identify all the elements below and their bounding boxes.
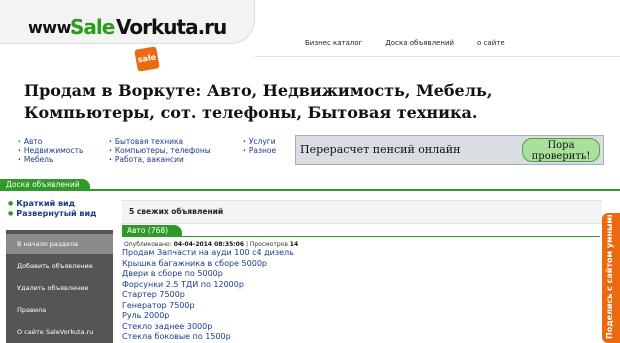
category-auto[interactable]: Авто (18, 137, 43, 146)
banner-text: Перерасчет пенсий онлайн (300, 143, 461, 156)
feedback-widget-label: Поделись с сайтом умными мыслями :) (605, 215, 614, 339)
sidebar-item-about[interactable]: О сайте SaleVorkuta.ru (6, 322, 113, 342)
site-header: www. Sale Vorkuta.ru sale Бизнес каталог… (0, 0, 620, 72)
logo-vorkuta: Vorkuta.ru (116, 15, 227, 39)
category-services[interactable]: Услуги (243, 137, 276, 146)
ad-line[interactable]: Генератор 7500р (122, 301, 592, 312)
nav-classifieds[interactable]: Доска объявлений (385, 39, 454, 51)
view-brief-link[interactable]: Краткий вид (8, 199, 97, 209)
sidebar-item-add-ad[interactable]: Добавить объявление (6, 256, 113, 276)
tab-divider (122, 236, 600, 237)
top-nav: Бизнес каталог Доска объявлений о сайте (305, 39, 528, 51)
ad-line[interactable]: Стартер 7500р (122, 290, 592, 301)
fresh-ads-heading: 5 свежих объявлений (122, 200, 602, 224)
nav-business-catalog[interactable]: Бизнес каталог (305, 39, 362, 51)
category-jobs[interactable]: Работа, вакансии (109, 155, 184, 164)
ad-meta: Опубликовано: 04-04-2014 08:35:06 | Прос… (124, 241, 298, 248)
section-divider (0, 189, 620, 191)
pension-banner[interactable]: Перерасчет пенсий онлайн Пора проверить! (295, 135, 604, 165)
view-mode-links: Краткий вид Развернутый вид (8, 199, 97, 219)
header-divider (255, 56, 620, 57)
sidebar-menu: В начало раздела Добавить объявление Уда… (6, 230, 113, 343)
view-expanded-link[interactable]: Развернутый вид (8, 209, 96, 219)
category-misc[interactable]: Разное (243, 146, 276, 155)
views-label: | Просмотров (245, 241, 288, 248)
logo-sale: Sale (70, 15, 115, 39)
category-furniture[interactable]: Мебель (18, 155, 54, 164)
sidebar-item-rules[interactable]: Правила (6, 300, 113, 320)
published-label: Опубликовано: (124, 241, 172, 248)
ad-line[interactable]: Руль 2000р (122, 311, 592, 322)
category-realty[interactable]: Недвижимость (18, 146, 84, 155)
ad-line[interactable]: Стекло заднее 3000р (122, 322, 592, 333)
ad-list: Продам Запчасти на ауди 100 с4 дизель Кр… (122, 248, 592, 343)
category-computers-phones[interactable]: Компьютеры, телефоны (109, 146, 211, 155)
published-date: 04-04-2014 08:35:06 (173, 241, 245, 248)
category-links: Авто Недвижимость Мебель Бытовая техника… (18, 137, 298, 167)
sidebar-item-delete-ad[interactable]: Удалить объявление (6, 278, 113, 298)
feedback-widget[interactable]: Поделись с сайтом умными мыслями :) (602, 213, 620, 343)
ad-line[interactable]: Стекла боковые по 1500р (122, 332, 592, 343)
views-count: 14 (289, 241, 299, 248)
category-appliances[interactable]: Бытовая техника (109, 137, 183, 146)
banner-check-button[interactable]: Пора проверить! (522, 138, 600, 162)
logo-www: www. (28, 18, 76, 37)
ad-line[interactable]: Продам Запчасти на ауди 100 с4 дизель (122, 248, 592, 259)
ad-line[interactable]: Форсунки 2.5 ТДИ по 12000р (122, 280, 592, 291)
sidebar-item-home[interactable]: В начало раздела (6, 234, 113, 254)
page-title: Продам в Воркуте: Авто, Недвижимость, Ме… (24, 81, 493, 122)
ad-line[interactable]: Крышка багажника в сборе 5000р (122, 259, 592, 270)
nav-about[interactable]: о сайте (477, 39, 505, 51)
ad-line[interactable]: Двери в сборе по 5000р (122, 269, 592, 280)
logo-sale-badge: sale (134, 46, 160, 72)
